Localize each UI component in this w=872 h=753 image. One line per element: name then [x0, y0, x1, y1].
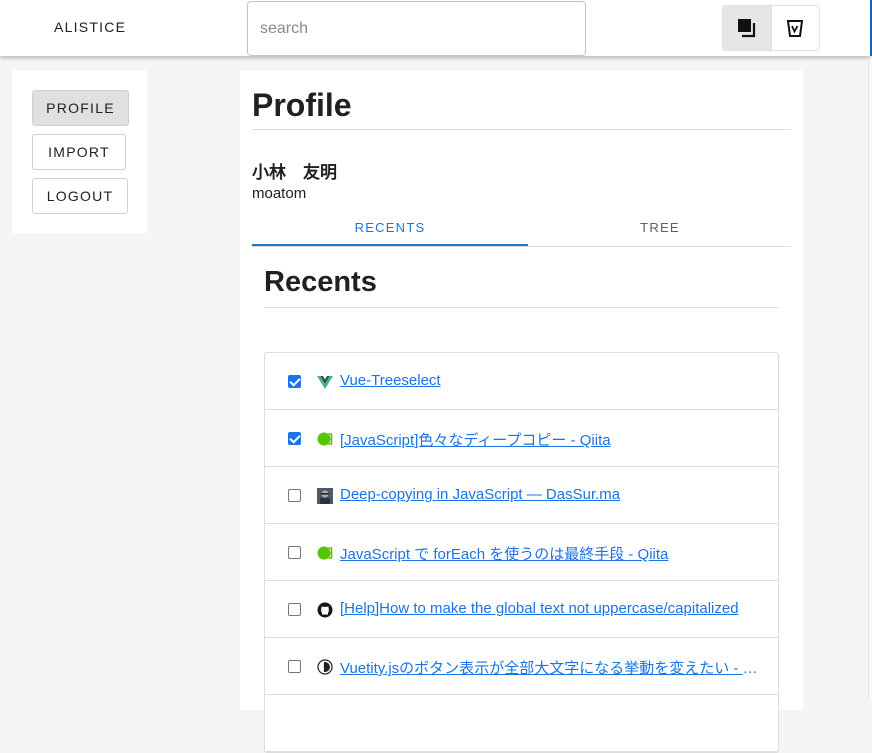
list-item: [Help]How to make the global text not up…	[265, 581, 778, 638]
brand-title[interactable]: ALISTICE	[54, 19, 126, 35]
vue-icon	[317, 376, 333, 389]
item-link[interactable]: Vue-Treeselect	[340, 372, 768, 389]
profile-card: Profile 小林 友明 moatom RECENTS TREE Recent…	[240, 70, 803, 753]
qiita-icon	[317, 546, 333, 560]
recents-title: Recents	[264, 266, 377, 298]
item-link[interactable]: [JavaScript]色々なディープコピー - Qiita	[340, 429, 768, 450]
item-link[interactable]: JavaScript で forEach を使うのは最終手段 - Qiita	[340, 543, 768, 564]
window-side-strip	[868, 58, 872, 701]
list-item: Vuetity.jsのボタン表示が全部大文字になる挙動を変えたい - Qiita	[265, 638, 778, 695]
app-bar: ALISTICE	[0, 0, 870, 56]
search-input[interactable]	[247, 1, 586, 56]
profile-nav-button[interactable]: PROFILE	[32, 90, 129, 126]
side-nav: PROFILE IMPORT LOGOUT	[12, 70, 147, 233]
item-checkbox[interactable]	[288, 546, 301, 559]
import-nav-button[interactable]: IMPORT	[32, 134, 126, 170]
item-link[interactable]: [Help]How to make the global text not up…	[340, 600, 768, 617]
divider	[264, 307, 779, 308]
profile-tabs: RECENTS TREE	[252, 210, 791, 247]
card-view-toggle-button[interactable]	[723, 6, 771, 50]
recents-list: Vue-Treeselect [JavaScript]色々なディープコピー - …	[264, 352, 779, 753]
layers-icon	[737, 19, 755, 38]
item-checkbox[interactable]	[288, 375, 301, 388]
user-name: moatom	[252, 185, 307, 202]
item-checkbox[interactable]	[288, 603, 301, 616]
view-toggle-group	[722, 5, 820, 51]
item-link[interactable]: Vuetity.jsのボタン表示が全部大文字になる挙動を変えたい - Qiita	[340, 657, 768, 678]
item-checkbox[interactable]	[288, 660, 301, 673]
qiita-icon	[317, 432, 333, 446]
trash-view-toggle-button[interactable]	[770, 6, 820, 50]
item-link[interactable]: Deep-copying in JavaScript — DasSur.ma	[340, 486, 768, 503]
user-full-name: 小林 友明	[252, 163, 337, 182]
item-checkbox[interactable]	[288, 489, 301, 502]
divider	[252, 129, 791, 130]
logout-nav-button[interactable]: LOGOUT	[32, 178, 128, 214]
list-item	[265, 695, 778, 752]
tab-tree[interactable]: TREE	[522, 210, 798, 244]
avatar-icon	[317, 488, 333, 504]
list-item: JavaScript で forEach を使うのは最終手段 - Qiita	[265, 524, 778, 581]
item-checkbox[interactable]	[288, 432, 301, 445]
tab-recents[interactable]: RECENTS	[252, 210, 528, 246]
list-item: Deep-copying in JavaScript — DasSur.ma	[265, 467, 778, 524]
vuetify-icon	[317, 659, 333, 675]
github-icon	[317, 602, 333, 618]
cup-icon	[787, 20, 804, 37]
list-item: [JavaScript]色々なディープコピー - Qiita	[265, 410, 778, 467]
list-item: Vue-Treeselect	[265, 353, 778, 410]
page-title: Profile	[252, 87, 352, 123]
